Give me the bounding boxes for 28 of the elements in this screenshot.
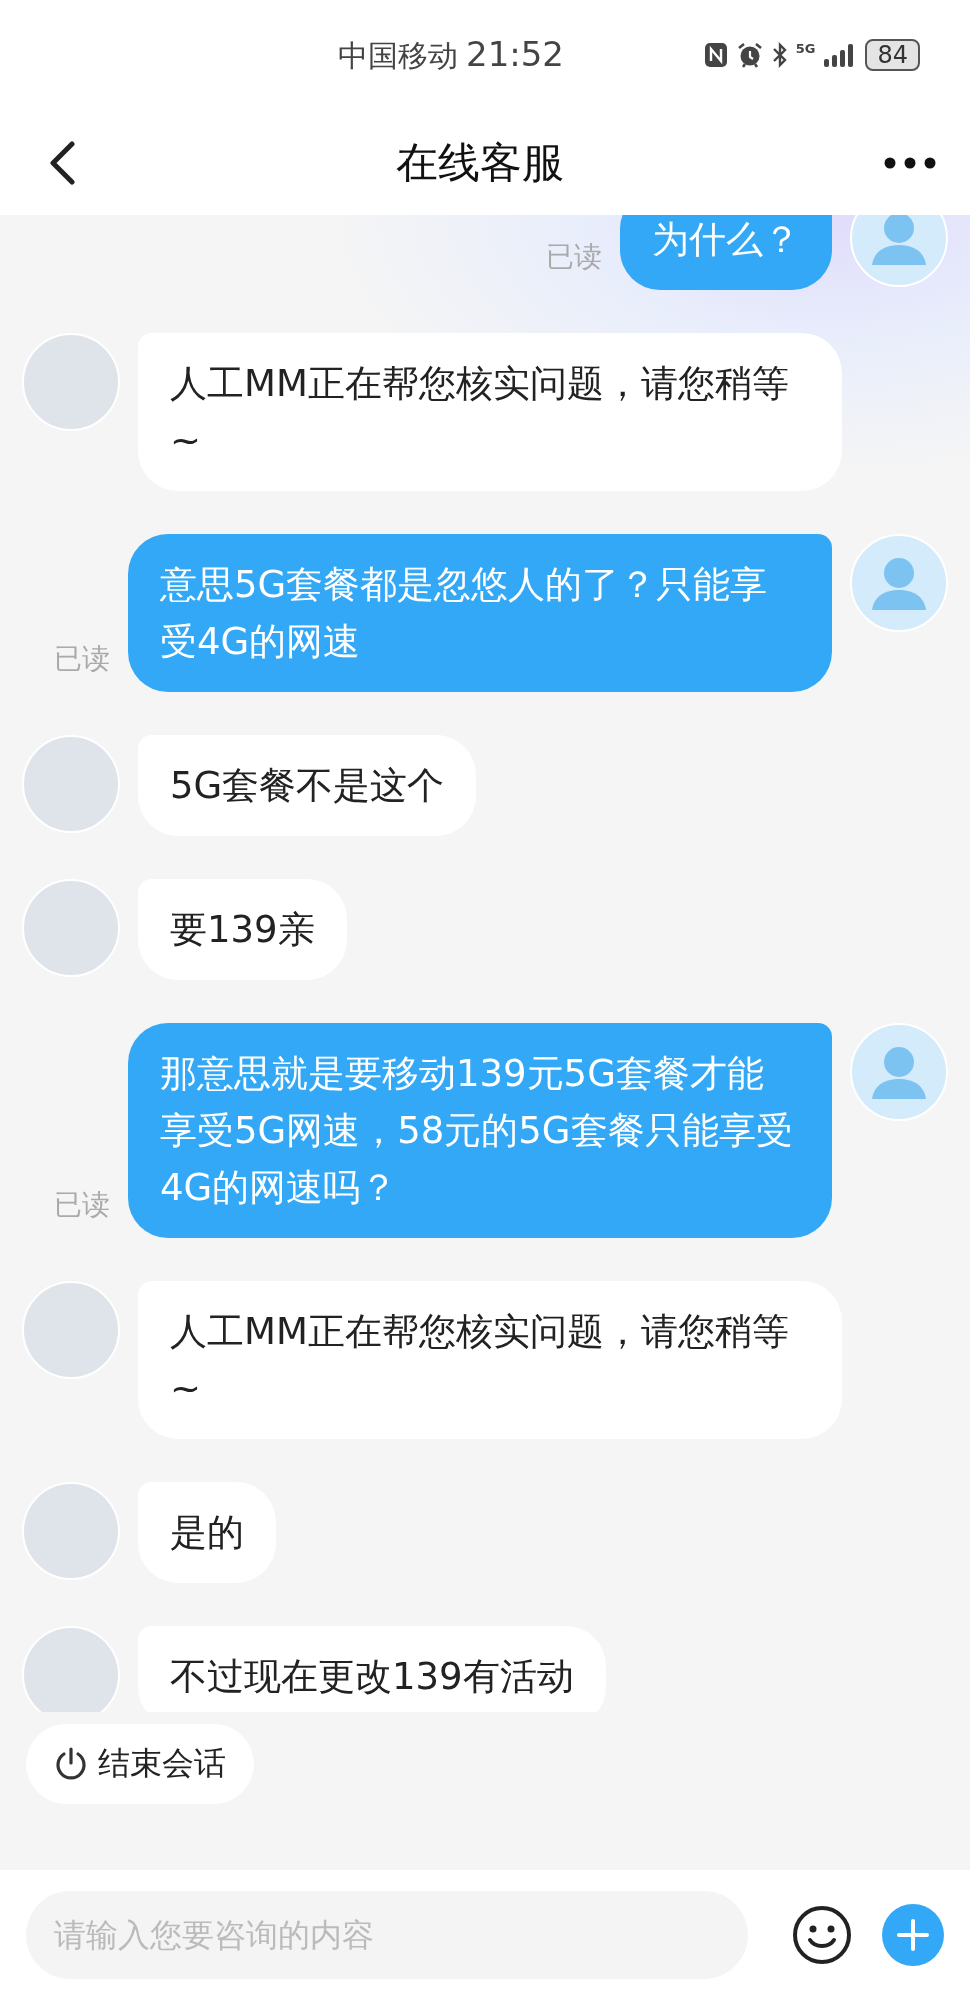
- network-type: 5G: [795, 41, 816, 56]
- received-message: 人工MM正在帮您核实问题，请您稍等~: [138, 333, 842, 491]
- user-avatar-icon: [850, 534, 948, 632]
- sent-message: 那意思就是要移动139元5G套餐才能享受5G网速，58元的5G套餐只能享受4G的网速吗？: [128, 1023, 832, 1238]
- more-icon[interactable]: [884, 156, 936, 169]
- read-receipt: 已读: [54, 641, 110, 677]
- clock-time: 21:52: [466, 33, 564, 74]
- received-message: 5G套餐不是这个: [138, 735, 477, 836]
- received-message: 是的: [138, 1482, 276, 1583]
- emoji-icon[interactable]: [792, 1905, 852, 1965]
- received-message: 人工MM正在帮您核实问题，请您稍等~: [138, 1281, 842, 1439]
- carrier-name: 中国移动: [338, 36, 458, 75]
- received-message: 要139亲: [138, 879, 347, 980]
- bluetooth-icon: [771, 42, 788, 68]
- add-icon[interactable]: [882, 1904, 944, 1966]
- sent-message: 为什么？: [620, 215, 832, 290]
- page-title: 在线客服: [396, 136, 564, 189]
- read-receipt: 已读: [54, 1187, 110, 1223]
- power-icon: [54, 1746, 88, 1782]
- battery-level: 84: [865, 39, 920, 71]
- back-icon[interactable]: [48, 140, 76, 185]
- user-avatar-icon: [850, 1023, 948, 1121]
- read-receipt: 已读: [546, 239, 602, 275]
- received-message: 不过现在更改139有活动: [138, 1626, 606, 1712]
- sent-message: 意思5G套餐都是忽悠人的了？只能享受4G的网速: [128, 534, 832, 692]
- message-input-field[interactable]: 请输入您要咨询的内容: [26, 1891, 748, 1979]
- nfc-icon: [703, 42, 728, 68]
- end-session-button[interactable]: 结束会话: [26, 1724, 254, 1804]
